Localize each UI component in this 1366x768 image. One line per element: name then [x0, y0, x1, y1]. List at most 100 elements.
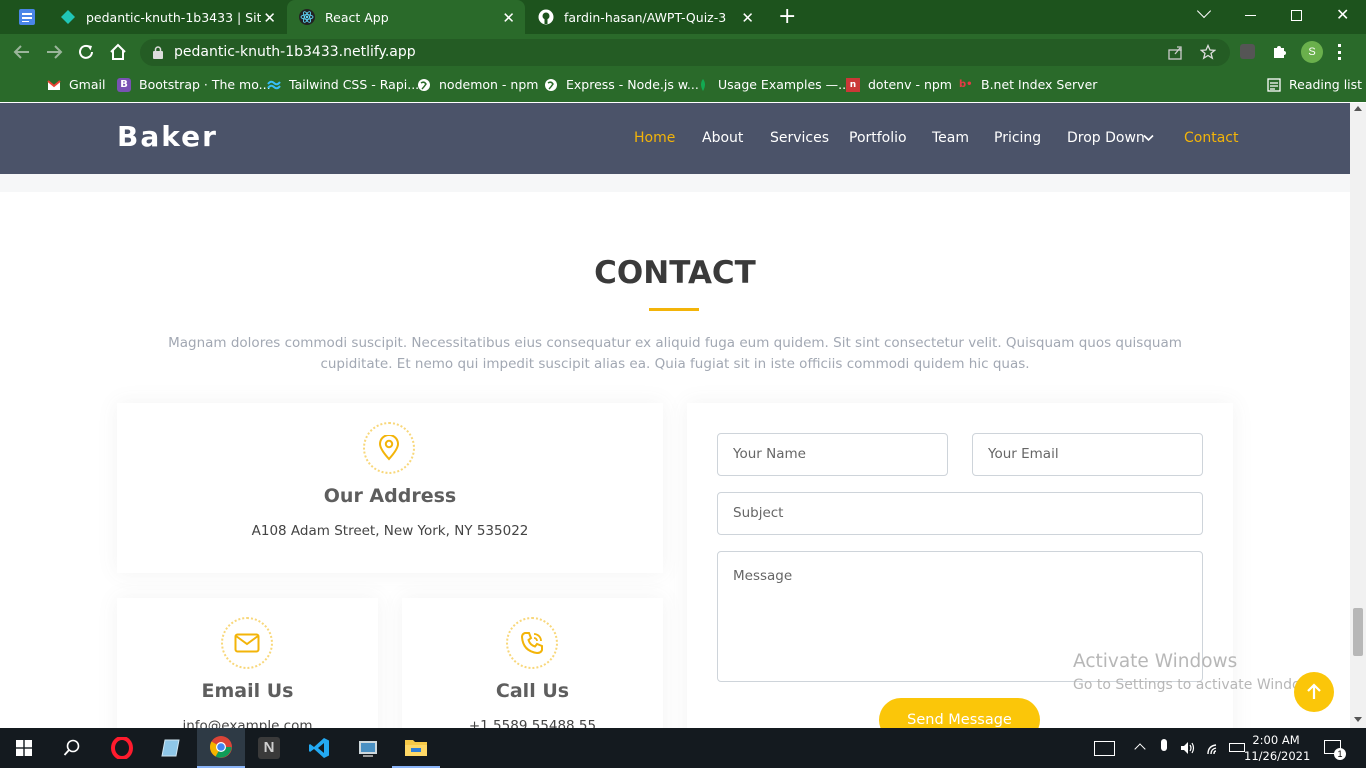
envelope-icon — [234, 633, 260, 653]
bookmark-label: Express - Node.js w... — [566, 77, 699, 92]
tab-search-icon[interactable] — [19, 9, 35, 25]
send-message-button[interactable]: Send Message — [879, 698, 1040, 728]
close-tab-icon[interactable]: ✕ — [263, 9, 276, 27]
bookmark-star-icon[interactable] — [1200, 44, 1216, 60]
tab-netlify[interactable]: pedantic-knuth-1b3433 | Site ove ✕ — [48, 0, 286, 34]
email-input[interactable]: Your Email — [972, 433, 1203, 476]
windows-logo-icon — [16, 740, 32, 756]
address-text: A108 Adam Street, New York, NY 535022 — [251, 523, 529, 539]
bookmark-nodemon[interactable]: nodemon - npm — [417, 77, 538, 92]
nav-portfolio[interactable]: Portfolio — [849, 130, 907, 146]
minimize-button[interactable] — [1245, 15, 1256, 16]
tab-react-app[interactable]: React App ✕ — [287, 0, 525, 34]
new-tab-button[interactable]: + — [778, 4, 796, 29]
app-n[interactable]: N — [245, 728, 293, 768]
tray-chevron-icon[interactable] — [1134, 743, 1146, 755]
email-text[interactable]: info@example.com — [117, 718, 378, 728]
tab-title: pedantic-knuth-1b3433 | Site ove — [86, 9, 261, 25]
reading-list-button[interactable]: Reading list — [1267, 77, 1362, 92]
phone-heading: Call Us — [495, 680, 570, 702]
vscode-icon — [309, 738, 329, 758]
forward-icon[interactable] — [45, 44, 63, 60]
scrollbar-thumb[interactable] — [1353, 608, 1363, 656]
extensions-icon[interactable] — [1271, 43, 1288, 60]
phone-card: Call Us +1 5589 55488 55 — [402, 598, 663, 728]
tab-search-dropdown-icon[interactable] — [1196, 3, 1212, 19]
scroll-down-arrow[interactable] — [1354, 717, 1362, 722]
search-icon — [63, 739, 80, 756]
microphone-icon[interactable] — [1161, 739, 1167, 751]
battery-icon[interactable] — [1229, 743, 1245, 752]
address-card: Our Address A108 Adam Street, New York, … — [117, 403, 663, 573]
profile-avatar[interactable]: S — [1301, 41, 1323, 63]
bookmark-bootstrap[interactable]: B Bootstrap · The mo... — [117, 77, 271, 92]
activate-windows-title: Activate Windows — [1073, 651, 1238, 672]
bookmark-label: Usage Examples —... — [718, 77, 851, 92]
arrow-up-icon — [1307, 683, 1321, 699]
opera-app[interactable] — [98, 728, 146, 768]
notepad-app[interactable] — [147, 728, 195, 768]
bookmark-express[interactable]: Express - Node.js w... — [544, 77, 699, 92]
bookmark-label: dotenv - npm — [868, 77, 952, 92]
file-explorer-app[interactable] — [392, 728, 440, 768]
home-icon[interactable] — [109, 43, 127, 61]
react-icon — [299, 9, 315, 25]
bookmark-bnet[interactable]: b• B.net Index Server — [959, 77, 1097, 92]
control-panel-app[interactable] — [344, 728, 392, 768]
subject-input[interactable]: Subject — [717, 492, 1203, 535]
nav-about[interactable]: About — [702, 130, 743, 146]
map-pin-icon — [378, 435, 400, 461]
close-tab-icon[interactable]: ✕ — [502, 9, 515, 27]
reading-list-icon — [1267, 77, 1281, 92]
vscode-app[interactable] — [295, 728, 343, 768]
bookmark-dotenv[interactable]: n dotenv - npm — [846, 77, 952, 92]
tab-title: React App — [325, 9, 389, 25]
bookmark-gmail[interactable]: Gmail — [47, 77, 105, 92]
bnet-icon: b• — [959, 78, 973, 90]
back-to-top-button[interactable] — [1294, 672, 1334, 712]
system-clock[interactable]: 2:00 AM 11/26/2021 — [1244, 732, 1311, 764]
start-button[interactable] — [0, 728, 48, 768]
nav-drop-down[interactable]: Drop Down — [1067, 130, 1145, 146]
nav-pricing[interactable]: Pricing — [994, 130, 1041, 146]
bookmark-tailwind[interactable]: Tailwind CSS - Rapi... — [267, 77, 419, 92]
tab-github[interactable]: fardin-hasan/AWPT-Quiz-3 ✕ — [526, 0, 764, 34]
gmail-icon — [47, 79, 61, 90]
lock-icon[interactable] — [153, 46, 163, 59]
folder-icon — [405, 740, 427, 756]
search-button[interactable] — [48, 728, 96, 768]
close-tab-icon[interactable]: ✕ — [741, 9, 754, 27]
phone-text[interactable]: +1 5589 55488 55 — [402, 718, 663, 728]
chevron-down-icon[interactable] — [1143, 134, 1154, 142]
clock-date: 11/26/2021 — [1244, 749, 1311, 763]
email-heading: Email Us — [201, 680, 294, 702]
menu-icon[interactable] — [1338, 44, 1341, 60]
nav-contact[interactable]: Contact — [1184, 130, 1238, 146]
volume-icon[interactable] — [1180, 740, 1196, 756]
windows-taskbar: N 2:00 AM 11/26/2021 1 — [0, 728, 1366, 768]
close-window-button[interactable]: ✕ — [1336, 5, 1349, 25]
globe-icon — [418, 78, 430, 91]
maximize-button[interactable] — [1291, 10, 1302, 21]
bookmark-usage-examples[interactable]: Usage Examples —... — [696, 77, 850, 92]
back-icon[interactable] — [13, 44, 31, 60]
download-icon[interactable] — [1240, 44, 1255, 59]
nav-home[interactable]: Home — [634, 130, 675, 146]
name-input[interactable]: Your Name — [717, 433, 948, 476]
nav-team[interactable]: Team — [932, 130, 969, 146]
chrome-app[interactable] — [197, 728, 245, 768]
share-icon[interactable] — [1168, 45, 1183, 60]
chrome-icon — [210, 736, 232, 758]
title-underline — [649, 308, 699, 311]
wifi-icon[interactable] — [1206, 741, 1222, 755]
bookmark-label: Bootstrap · The mo... — [139, 77, 271, 92]
site-logo[interactable]: Baker — [117, 120, 218, 153]
reload-icon[interactable] — [77, 43, 95, 61]
news-widget-icon[interactable] — [1094, 741, 1115, 756]
address-bar[interactable]: pedantic-knuth-1b3433.netlify.app — [140, 39, 1230, 66]
nav-services[interactable]: Services — [770, 130, 829, 146]
site-header: Baker Home About Services Portfolio Team… — [0, 103, 1350, 174]
page-scrollbar[interactable] — [1350, 103, 1366, 728]
scroll-up-arrow[interactable] — [1354, 106, 1362, 111]
web-page: Baker Home About Services Portfolio Team… — [0, 103, 1350, 728]
